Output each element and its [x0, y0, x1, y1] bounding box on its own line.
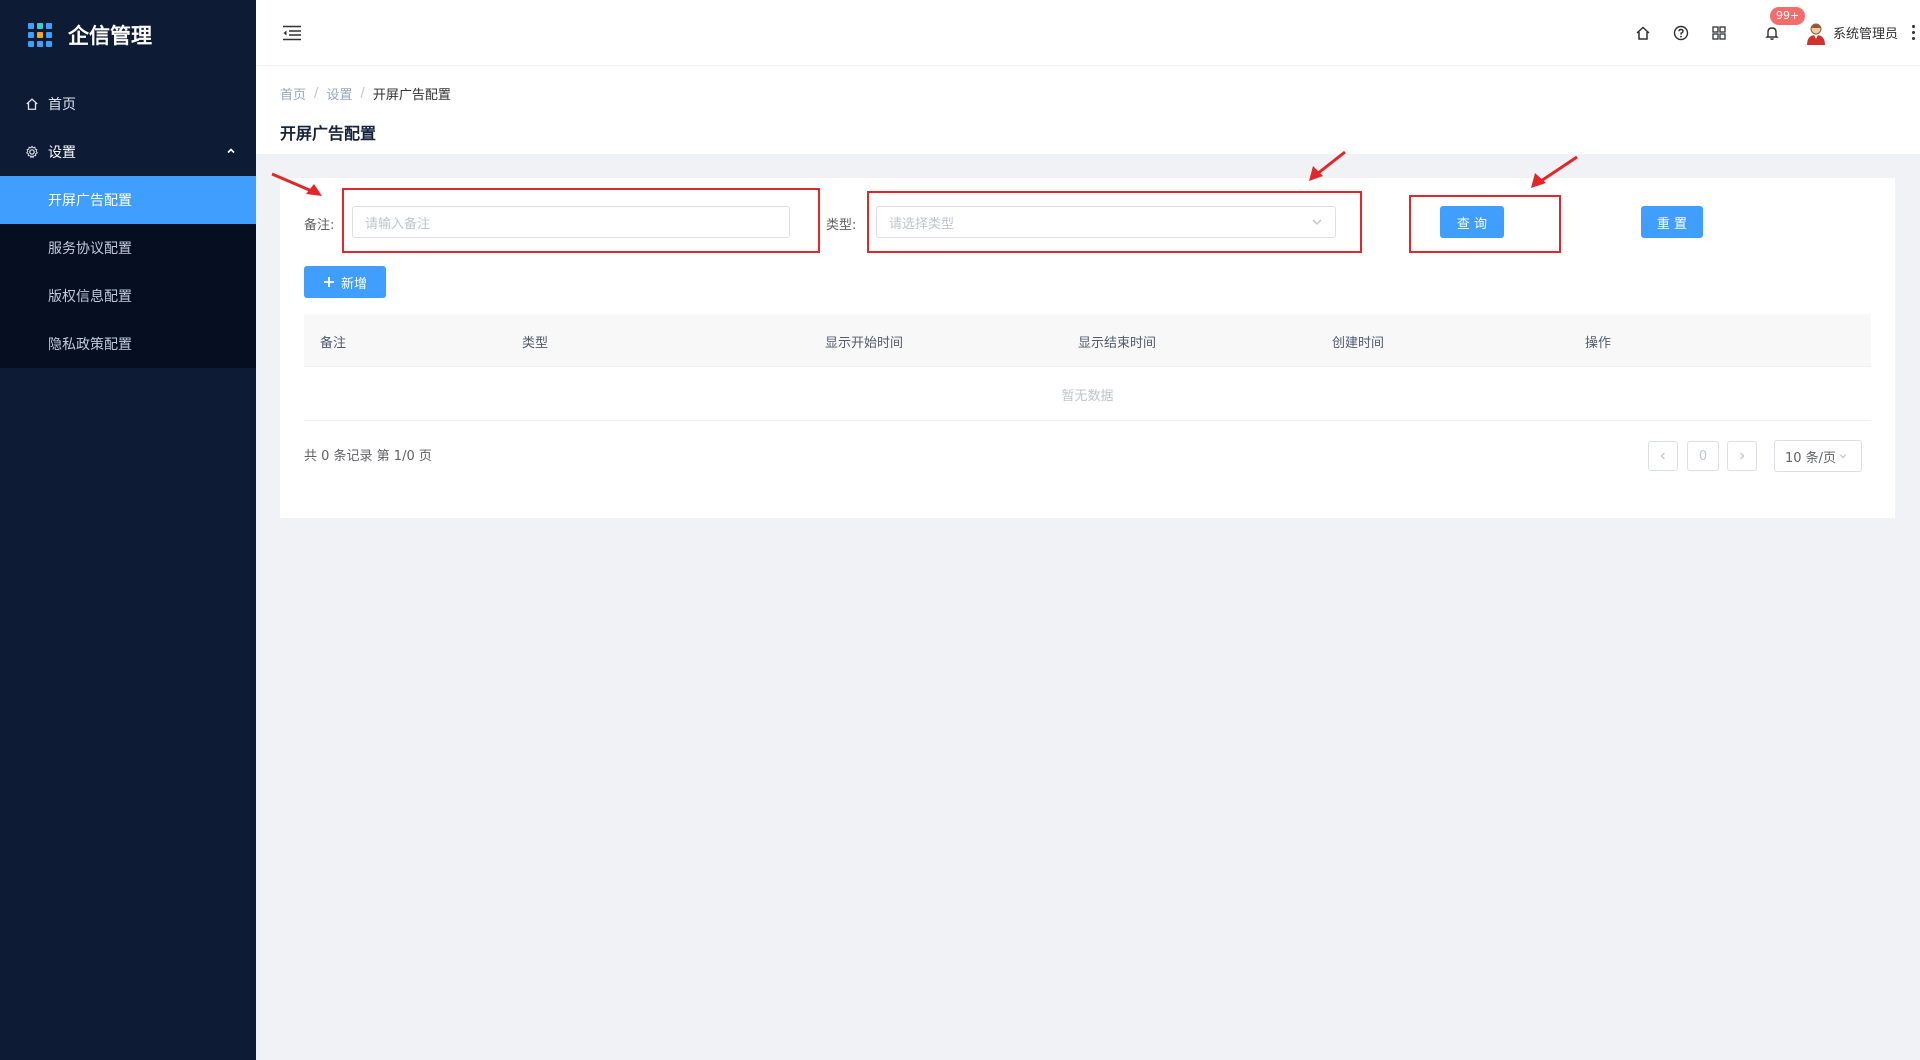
- annotation-arrow-icon: [1531, 155, 1578, 188]
- help-icon[interactable]: [1671, 23, 1691, 43]
- apps-grid-icon[interactable]: [1709, 23, 1729, 43]
- home-icon: [24, 96, 40, 112]
- sidebar-menu: 首页 设置 开屏广告配置 服务协议配置 版权信息配置 隐私政策配置: [0, 80, 256, 368]
- user-menu[interactable]: 系统管理员: [1805, 21, 1898, 45]
- menu-fold-button[interactable]: [280, 21, 304, 45]
- add-button-label: 新增: [340, 276, 367, 292]
- home-icon[interactable]: [1633, 23, 1653, 43]
- sidebar-item-label: 服务协议配置: [48, 241, 132, 257]
- top-header: 99+ 系统管理员: [256, 0, 1920, 66]
- add-button[interactable]: 新增: [304, 266, 386, 298]
- chevron-down-icon: [1839, 454, 1847, 459]
- annotation-box: [867, 191, 1362, 253]
- app-logo[interactable]: 企信管理: [0, 0, 256, 70]
- page-number[interactable]: 0: [1687, 441, 1719, 471]
- notification-badge: 99+: [1769, 6, 1806, 25]
- column-header: 类型: [522, 336, 549, 351]
- sidebar-item-label: 开屏广告配置: [48, 193, 132, 209]
- username: 系统管理员: [1832, 27, 1898, 42]
- apps-grid-logo-icon: [28, 23, 52, 47]
- column-header: 操作: [1585, 336, 1612, 351]
- sidebar-item-home[interactable]: 首页: [0, 80, 256, 128]
- sidebar-item-label: 设置: [48, 145, 76, 161]
- menu-fold-icon: [283, 25, 301, 40]
- sidebar-item-privacy-policy-config[interactable]: 隐私政策配置: [0, 320, 256, 368]
- column-header: 显示开始时间: [825, 336, 904, 351]
- sidebar-item-settings[interactable]: 设置: [0, 128, 256, 176]
- more-vertical-icon[interactable]: [1906, 23, 1920, 43]
- page-header: 首页 / 设置 / 开屏广告配置 开屏广告配置: [256, 66, 1920, 154]
- reset-button[interactable]: 重 置: [1641, 206, 1703, 238]
- pagination-summary: 共 0 条记录 第 1/0 页: [304, 449, 432, 464]
- prev-page-button[interactable]: [1648, 441, 1678, 471]
- empty-text: 暂无数据: [1061, 388, 1114, 404]
- annotation-box: [1409, 195, 1561, 253]
- page-title: 开屏广告配置: [280, 124, 377, 143]
- sidebar-item-label: 首页: [48, 97, 76, 113]
- column-header: 备注: [320, 336, 347, 351]
- chevron-up-icon: [226, 144, 236, 160]
- type-label: 类型:: [826, 218, 857, 233]
- breadcrumb: 首页 / 设置 / 开屏广告配置: [280, 84, 1920, 103]
- header-actions: 99+ 系统管理员: [1624, 0, 1920, 66]
- breadcrumb-separator: /: [314, 86, 319, 101]
- chevron-right-icon: [1740, 452, 1745, 460]
- bell-icon[interactable]: 99+: [1762, 6, 1806, 43]
- breadcrumb-item-settings[interactable]: 设置: [326, 84, 352, 103]
- avatar: [1806, 23, 1825, 45]
- sidebar-item-label: 隐私政策配置: [48, 337, 132, 353]
- app-title: 企信管理: [68, 24, 152, 48]
- next-page-button[interactable]: [1727, 441, 1757, 471]
- settings-submenu: 开屏广告配置 服务协议配置 版权信息配置 隐私政策配置: [0, 176, 256, 368]
- page-size-value: 10 条/页: [1785, 450, 1837, 466]
- column-header: 创建时间: [1332, 336, 1385, 351]
- breadcrumb-item-current: 开屏广告配置: [372, 88, 451, 103]
- table-empty-row: 暂无数据: [304, 368, 1871, 421]
- sidebar-item-label: 版权信息配置: [48, 289, 132, 305]
- breadcrumb-separator: /: [360, 86, 365, 101]
- gear-icon: [24, 144, 40, 160]
- annotation-box: [342, 188, 820, 253]
- sidebar-item-copyright-config[interactable]: 版权信息配置: [0, 272, 256, 320]
- column-header: 显示结束时间: [1078, 336, 1157, 351]
- breadcrumb-item-home[interactable]: 首页: [280, 84, 306, 103]
- sidebar-item-service-agreement-config[interactable]: 服务协议配置: [0, 224, 256, 272]
- annotation-arrow-icon: [1309, 150, 1346, 181]
- chevron-left-icon: [1660, 452, 1665, 460]
- sidebar: 企信管理 首页 设置 开屏广告配置 服务协议配置 版权信息配置 隐私政策配置: [0, 0, 256, 1060]
- table-header: 备注 类型 显示开始时间 显示结束时间 创建时间 操作: [304, 314, 1871, 367]
- remark-label: 备注:: [304, 218, 335, 233]
- plus-icon: [323, 277, 334, 287]
- annotation-arrow-icon: [271, 172, 322, 196]
- sidebar-item-splash-ad-config[interactable]: 开屏广告配置: [0, 176, 256, 224]
- page-size-select[interactable]: 10 条/页: [1774, 440, 1862, 472]
